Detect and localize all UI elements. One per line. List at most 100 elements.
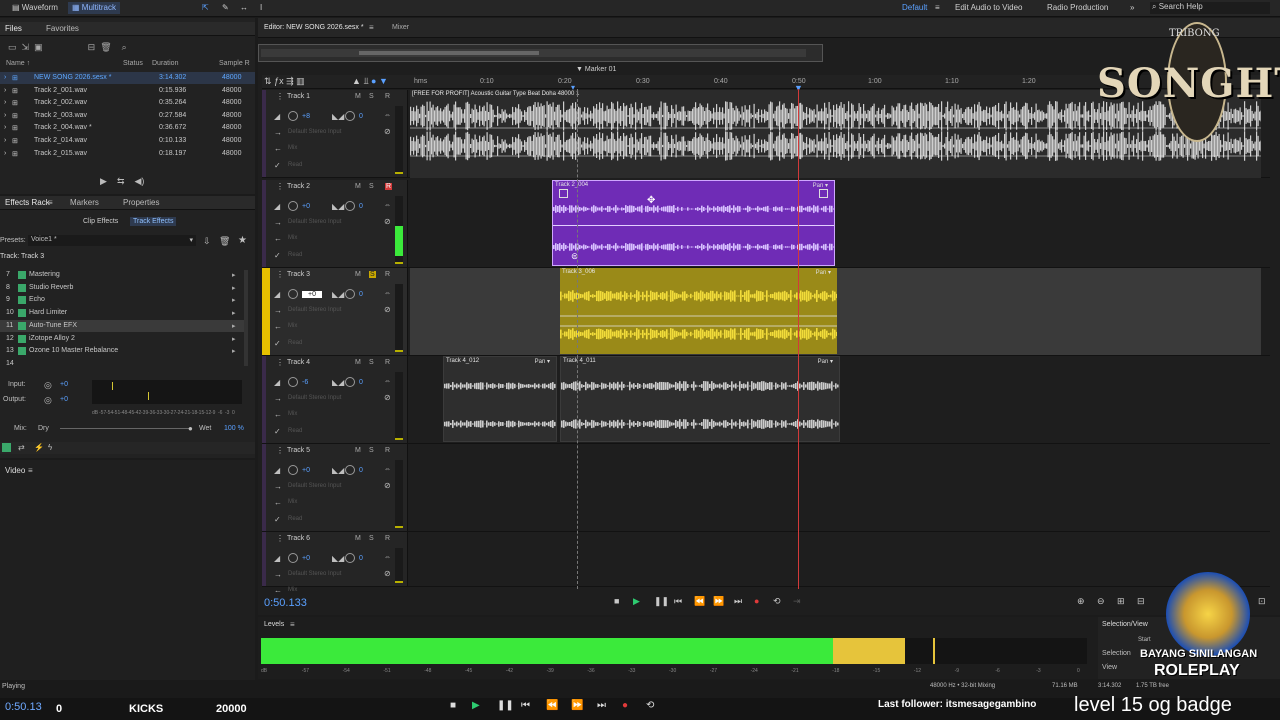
drag-handle-icon[interactable]: ⋮ (276, 534, 284, 543)
lightning-icon[interactable]: ϟ (48, 443, 52, 452)
track-automation[interactable]: Read (288, 428, 302, 434)
column-duration[interactable]: Duration (152, 60, 178, 67)
effect-power-icon[interactable] (18, 271, 26, 279)
zoom-in-amplitude-icon[interactable]: ⊕ (1077, 596, 1085, 607)
save-preset-icon[interactable]: ⇩ (203, 236, 211, 247)
sends-icon[interactable]: ⇶ (286, 76, 294, 86)
autoplay-icon[interactable]: ◀) (135, 176, 145, 186)
expand-icon[interactable]: › (4, 150, 6, 157)
delete-preset-icon[interactable]: 🗑 (219, 236, 230, 247)
effect-slot[interactable]: 9 Echo ▸ (0, 294, 245, 306)
track-name[interactable]: Track 5 (287, 447, 310, 454)
file-row[interactable]: › ⊞ Track 2_002.wav 0:35.264 48000 (0, 97, 255, 109)
clip-pan[interactable]: Pan ▾ (535, 358, 550, 365)
clip-pan[interactable]: Pan ▾ (818, 358, 833, 365)
pan-knob[interactable] (345, 201, 355, 211)
time-selection-tool-icon[interactable]: I (256, 2, 266, 14)
overlay-pause-icon[interactable]: ❚❚ (497, 700, 514, 711)
chevron-right-icon[interactable]: ▸ (232, 335, 236, 343)
volume-knob[interactable] (288, 111, 298, 121)
effect-slot[interactable]: 8 Studio Reverb ▸ (0, 282, 245, 294)
volume-value[interactable]: +8 (302, 113, 310, 120)
pan-value[interactable]: 0 (359, 467, 363, 474)
overlay-go-end-icon[interactable]: ⏭ (597, 700, 606, 711)
pan-knob[interactable] (345, 289, 355, 299)
overlay-go-start-icon[interactable]: ⏮ (521, 700, 530, 711)
track-input[interactable]: Default Stereo Input (288, 129, 341, 135)
track-input[interactable]: Default Stereo Input (288, 307, 341, 313)
more-workspaces-icon[interactable]: » (1130, 3, 1134, 12)
insert-icon[interactable]: ⊟ (88, 42, 96, 52)
new-file-icon[interactable]: ▣ (34, 42, 43, 52)
effect-slot[interactable]: 12 iZotope Alloy 2 ▸ (0, 333, 245, 345)
clip-pan[interactable]: Pan ▾ (813, 182, 828, 189)
expand-icon[interactable]: › (4, 87, 6, 94)
record-arm-button[interactable]: R (385, 359, 390, 366)
tab-files[interactable]: Files (5, 24, 22, 33)
chevron-right-icon[interactable]: ▸ (232, 309, 236, 317)
clip-track3-006[interactable]: Track 3_006 Pan ▾ (560, 268, 837, 354)
eq-icon[interactable]: ▥ (296, 76, 305, 86)
link-icon[interactable]: ● (371, 76, 376, 86)
fx-icon[interactable]: ƒx (274, 76, 284, 86)
workspace-edit-audio-to-video[interactable]: Edit Audio to Video (955, 3, 1022, 12)
metronome-icon[interactable]: ▲ (352, 76, 361, 86)
column-name[interactable]: Name ↑ (6, 60, 30, 67)
record-arm-button[interactable]: R (385, 447, 390, 454)
track-name[interactable]: Track 4 (287, 359, 310, 366)
output-value[interactable]: +0 (60, 396, 68, 403)
link-icon[interactable]: ⇔ (384, 290, 391, 297)
mute-button[interactable]: M (355, 271, 361, 278)
chevron-right-icon[interactable]: ▸ (232, 322, 236, 330)
editor-tab[interactable]: Editor: NEW SONG 2026.sesx * (264, 24, 364, 31)
track-input[interactable]: Default Stereo Input (288, 219, 341, 225)
volume-value[interactable]: +0 (302, 467, 310, 474)
play-file-icon[interactable]: ▶ (100, 176, 107, 186)
pan-value[interactable]: 0 (359, 113, 363, 120)
time-display[interactable]: 0:50.133 (264, 597, 307, 609)
volume-knob[interactable] (288, 289, 298, 299)
monitor-icon[interactable]: ⊘ (384, 305, 391, 314)
trash-icon[interactable]: 🗑 (100, 42, 111, 52)
effects-menu-icon[interactable]: ≡ (48, 198, 53, 207)
effect-power-icon[interactable] (18, 296, 26, 305)
pan-value[interactable]: 0 (359, 203, 363, 210)
solo-button[interactable]: S (369, 359, 374, 366)
file-row[interactable]: › ⊞ Track 2_014.wav 0:10.133 48000 (0, 135, 255, 147)
overlay-record-icon[interactable]: ● (622, 700, 628, 711)
workspace-radio-production[interactable]: Radio Production (1047, 3, 1108, 12)
pan-knob[interactable] (345, 111, 355, 121)
effect-power-icon[interactable] (18, 347, 26, 356)
workspace-default[interactable]: Default (902, 3, 927, 12)
levels-menu-icon[interactable]: ≡ (290, 620, 295, 629)
play-icon[interactable]: ▶ (633, 596, 640, 607)
snap-marker-icon[interactable]: ▼ (379, 76, 388, 86)
go-to-start-icon[interactable]: ⏮ (674, 596, 682, 607)
wet-value[interactable]: 100 % (224, 425, 244, 432)
track-output[interactable]: Mix (288, 145, 297, 151)
tab-markers[interactable]: Markers (70, 198, 99, 207)
apply-icon[interactable]: ⇄ (18, 443, 25, 452)
track-effects-tab[interactable]: Track Effects (130, 217, 177, 226)
razor-tool-icon[interactable]: ✎ (218, 2, 233, 14)
effect-power-icon[interactable] (18, 334, 26, 343)
link-icon[interactable]: ⇔ (384, 378, 391, 385)
loop-icon[interactable]: ⟲ (773, 596, 781, 607)
effects-scrollbar[interactable] (244, 270, 248, 366)
input-value[interactable]: +0 (60, 381, 68, 388)
drag-handle-icon[interactable]: ⋮ (276, 270, 284, 279)
clip-pan[interactable]: Pan ▾ (816, 269, 831, 276)
monitor-icon[interactable]: ⊘ (384, 481, 391, 490)
volume-knob[interactable] (288, 201, 298, 211)
loop-file-icon[interactable]: ⇆ (117, 176, 125, 186)
overlay-forward-icon[interactable]: ⏩ (571, 700, 583, 711)
column-status[interactable]: Status (123, 60, 143, 67)
waveform-tab[interactable]: ▤ Waveform (8, 2, 62, 14)
track-name[interactable]: Track 3 (287, 271, 310, 278)
open-file-icon[interactable]: ▭ (8, 42, 17, 52)
settings-icon[interactable]: ⚡ (34, 443, 44, 452)
volume-value[interactable]: +0 (302, 555, 310, 562)
record-arm-button[interactable]: R (385, 93, 390, 100)
playhead-line[interactable] (798, 89, 799, 589)
file-row[interactable]: › ⊞ Track 2_003.wav 0:27.584 48000 (0, 110, 255, 122)
